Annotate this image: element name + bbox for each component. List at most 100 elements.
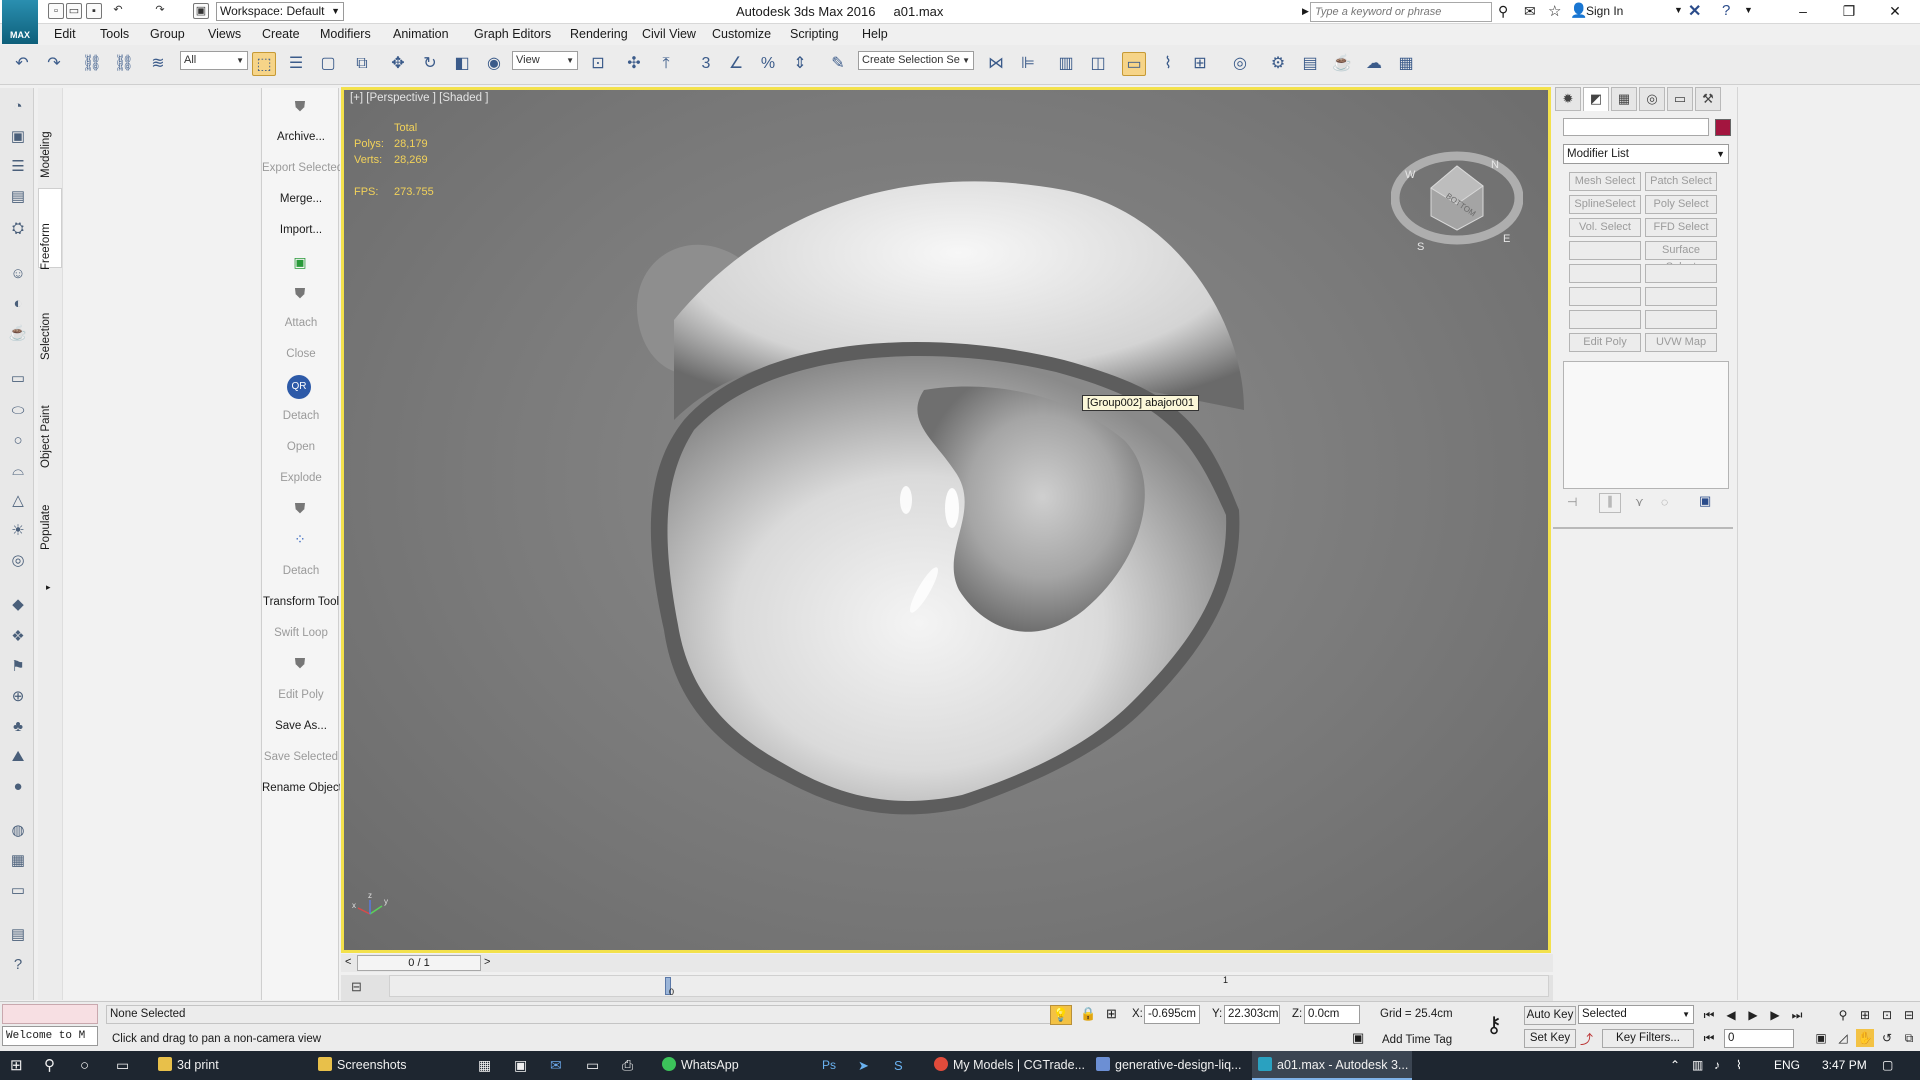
key-filters-button[interactable]: Key Filters... [1602,1029,1694,1048]
field-of-view-icon[interactable]: ◿ [1834,1029,1852,1047]
track-bar[interactable]: ⊟ 0 1 [341,975,1553,1001]
favorites-star-icon[interactable]: ☆ [1548,2,1561,20]
photoshop-icon[interactable]: Ps [822,1051,836,1080]
motion-tab-icon[interactable]: ◎ [1639,87,1665,111]
workspace-dropdown[interactable]: Workspace: Default ▼ [216,2,344,21]
material-editor-icon[interactable]: ◎ [1228,52,1252,76]
close-button[interactable]: Close [262,348,340,360]
archive-button[interactable]: Archive... [262,131,340,143]
time-prev-button[interactable]: < [345,956,351,968]
skype-icon[interactable]: S [894,1051,903,1080]
chevron-right-icon[interactable]: ▶ [1302,6,1309,17]
list-icon[interactable]: ☰ [7,156,29,178]
clock[interactable]: 3:47 PM [1822,1051,1867,1080]
modifier-list-dropdown[interactable]: Modifier List ▼ [1563,144,1729,164]
pan-view-icon[interactable]: ✋ [1856,1029,1874,1047]
calculator-icon[interactable]: ▦ [478,1051,491,1080]
hierarchy-tab-icon[interactable]: ▦ [1611,87,1637,111]
empty-modifier-slot[interactable] [1645,264,1717,283]
spinner-snap-icon[interactable]: ⇕ [788,52,812,76]
select-and-link-icon[interactable]: ⛓ [80,52,104,76]
tube-icon[interactable]: ⌓ [7,460,29,482]
configure-modifier-sets-icon[interactable]: ▣ [1699,493,1711,509]
export-selected-button[interactable]: Export Selected [262,162,340,174]
tray-chevron-up-icon[interactable]: ⌃ [1670,1051,1680,1080]
explode-button[interactable]: Explode [262,472,340,484]
taskbar-item-whatsapp[interactable]: WhatsApp [656,1051,816,1080]
help-icon[interactable]: ? [1722,2,1730,19]
torus-icon[interactable]: ◎ [7,550,29,572]
merge-button[interactable]: Merge... [262,193,340,205]
user-icon[interactable]: 👤 [1570,2,1587,19]
pin-stack-icon[interactable]: ⊣ [1567,495,1577,509]
taskbar-item-screenshots[interactable]: Screenshots [312,1051,470,1080]
render-icon[interactable]: ▣ [7,126,29,148]
binoculars-icon[interactable]: ⚲ [1498,3,1508,20]
keyboard-shortcut-override-icon[interactable]: ⤒ [654,52,678,76]
qr-icon[interactable]: QR [287,375,311,399]
table-icon[interactable]: ▤ [7,186,29,208]
go-to-end-icon[interactable]: ⏭ [1788,1006,1806,1024]
play-icon[interactable]: ▶ [1744,1006,1762,1024]
detach-button-2[interactable]: Detach [262,565,340,577]
menu-help[interactable]: Help [862,27,888,41]
render-production-icon[interactable]: ☕ [1330,52,1354,76]
perspective-viewport[interactable]: [+] [Perspective ] [Shaded ] Total Polys… [341,87,1551,953]
snaps-toggle-icon[interactable]: 3 [694,52,718,76]
a360-gallery-icon[interactable]: ▦ [1394,52,1418,76]
mesh-select-button[interactable]: Mesh Select [1569,172,1641,191]
vol-select-button[interactable]: Vol. Select [1569,218,1641,237]
spline-select-button[interactable]: SplineSelect [1569,195,1641,214]
menu-rendering[interactable]: Rendering [570,27,628,41]
show-end-result-icon[interactable]: ∥ [1599,493,1621,513]
scene-model[interactable] [344,90,1548,950]
open-button[interactable]: Open [262,441,340,453]
import-button[interactable]: Import... [262,224,340,236]
network-icon[interactable]: ▥ [1692,1051,1703,1080]
sphere-icon[interactable]: ○ [7,430,29,452]
undo-icon[interactable]: ↶ [10,52,34,76]
project-folder-icon[interactable]: ▣ [193,3,209,19]
tab-populate[interactable]: Populate [40,505,52,550]
save-as-button[interactable]: Save As... [262,720,340,732]
select-object-icon[interactable]: ⬚ [252,52,276,76]
menu-modifiers[interactable]: Modifiers [320,27,371,41]
application-menu-button[interactable]: MAX [2,0,38,44]
geometry-icon[interactable]: ◆ [7,594,29,616]
track-ruler[interactable] [389,975,1549,997]
taskbar-item-3ds-max[interactable]: a01.max - Autodesk 3... [1252,1051,1412,1080]
foliage-icon[interactable]: ♣ [7,716,29,738]
scene-explorer-icon[interactable]: ▥ [1054,52,1078,76]
select-by-name-icon[interactable]: ☰ [284,52,308,76]
mirror-icon[interactable]: ⋈ [984,52,1008,76]
selection-lock-icon[interactable]: 🔒 [1080,1006,1096,1022]
modifier-stack[interactable] [1563,361,1729,489]
render-in-cloud-icon[interactable]: ☁ [1362,52,1386,76]
isolate-selection-icon[interactable]: 💡 [1050,1005,1072,1025]
poly-select-button[interactable]: Poly Select [1645,195,1717,214]
save-icon[interactable]: ▪ [86,3,102,19]
close-button[interactable]: ✕ [1872,0,1918,24]
ffd-select-button[interactable]: FFD Select [1645,218,1717,237]
maxscript-mini-listener[interactable] [2,1004,98,1024]
particles-icon[interactable]: ❖ [7,626,29,648]
taskbar-item-cgtrader[interactable]: My Models | CGTrade... [928,1051,1088,1080]
rename-objects-button[interactable]: Rename Objects [262,782,340,794]
time-configuration-icon[interactable]: ▣ [1812,1029,1830,1047]
select-and-scale-icon[interactable]: ◧ [450,52,474,76]
search-icon[interactable]: ⚲ [44,1051,55,1080]
empty-modifier-slot[interactable] [1645,310,1717,329]
menu-group[interactable]: Group [150,27,185,41]
detach-button[interactable]: Detach [262,410,340,422]
set-keys-icon[interactable]: ⤴ [1580,1029,1593,1048]
empty-modifier-slot[interactable] [1569,264,1641,283]
notifications-icon[interactable]: ▢ [1882,1051,1893,1080]
volume-icon[interactable]: ♪ [1714,1051,1720,1080]
cone-icon[interactable]: △ [7,490,29,512]
undo-icon[interactable]: ↶ [110,3,126,19]
empty-modifier-slot[interactable] [1569,310,1641,329]
menu-edit[interactable]: Edit [54,27,76,41]
chevron-down-icon[interactable]: ▼ [1674,5,1683,15]
camera-icon[interactable]: ◐ [7,293,29,315]
save-selected-button[interactable]: Save Selected [262,751,340,763]
